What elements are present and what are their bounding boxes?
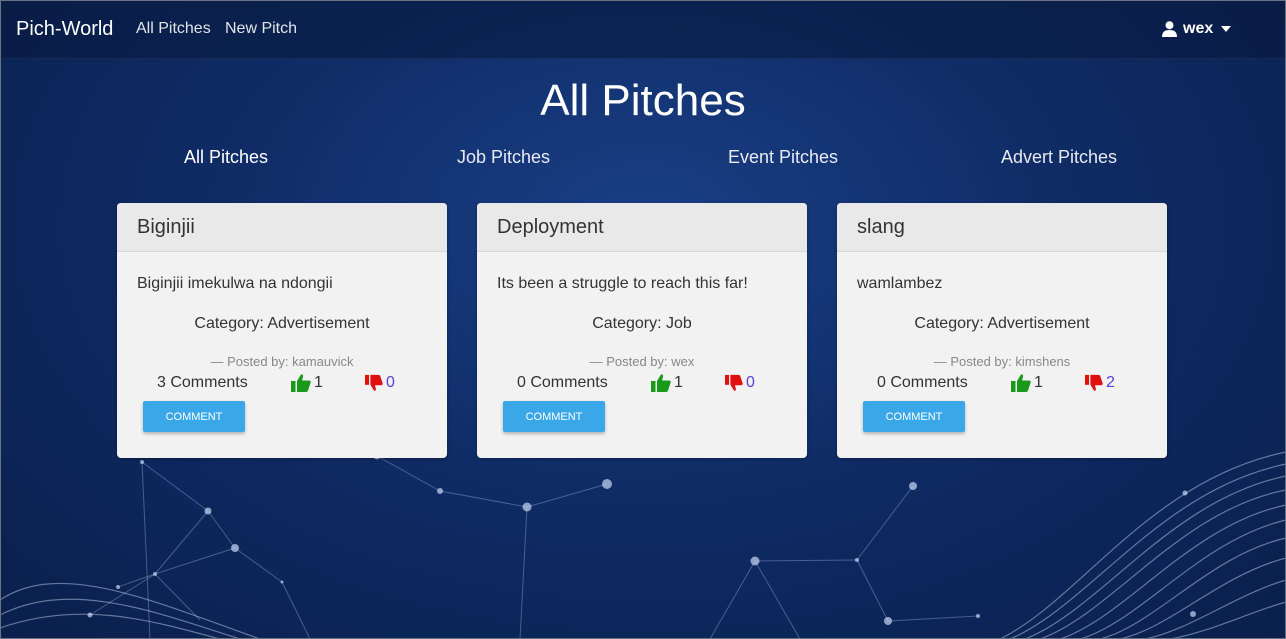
nav-all-pitches[interactable]: All Pitches [136, 20, 211, 38]
thumbs-down-icon [725, 374, 743, 391]
pitch-title: Deployment [497, 216, 604, 238]
pitch-author: — Posted by: wex [589, 354, 695, 369]
pitch-description: wamlambez [857, 275, 943, 292]
pitch-card: Deployment Its been a struggle to reach … [477, 203, 807, 458]
comment-button[interactable]: COMMENT [503, 401, 605, 432]
pitch-category: Category: Advertisement [914, 315, 1090, 332]
like-count: 1 [674, 374, 683, 391]
like-count: 1 [314, 374, 323, 391]
pitch-card: slang wamlambez Category: Advertisement … [837, 203, 1167, 458]
upvote[interactable]: 1 [1011, 374, 1043, 392]
downvote[interactable]: 0 [725, 374, 755, 392]
comment-count: 3 Comments [157, 374, 248, 391]
pitch-category: Category: Advertisement [194, 315, 370, 332]
user-menu[interactable]: wex [1162, 20, 1232, 38]
pitch-author: — Posted by: kimshens [933, 354, 1071, 369]
tab-all-pitches[interactable]: All Pitches [184, 147, 268, 168]
comment-button[interactable]: COMMENT [863, 401, 965, 432]
username: wex [1183, 20, 1214, 37]
pitch-card: Biginjii Biginjii imekulwa na ndongii Ca… [117, 203, 447, 458]
tab-advert-pitches[interactable]: Advert Pitches [1001, 147, 1117, 168]
tab-event-pitches[interactable]: Event Pitches [728, 147, 838, 168]
downvote[interactable]: 2 [1085, 374, 1115, 392]
dislike-count: 0 [386, 374, 395, 391]
thumbs-down-icon [365, 374, 383, 391]
tab-job-pitches[interactable]: Job Pitches [457, 147, 550, 168]
page-title: All Pitches [540, 76, 746, 125]
nav-new-pitch[interactable]: New Pitch [225, 20, 297, 38]
thumbs-down-icon [1085, 374, 1103, 391]
pitch-title: slang [857, 216, 905, 238]
dislike-count: 0 [746, 374, 755, 391]
thumbs-up-icon [291, 374, 311, 392]
pitch-author: — Posted by: kamauvick [210, 354, 354, 369]
user-icon [1162, 21, 1177, 37]
thumbs-up-icon [1011, 374, 1031, 392]
thumbs-up-icon [651, 374, 671, 392]
caret-down-icon [1221, 26, 1232, 32]
navbar: Pich-World All Pitches New Pitch wex [0, 0, 1286, 59]
like-count: 1 [1034, 374, 1043, 391]
dislike-count: 2 [1106, 374, 1115, 391]
pitch-category: Category: Job [592, 315, 692, 332]
downvote[interactable]: 0 [365, 374, 395, 392]
pitch-description: Biginjii imekulwa na ndongii [137, 275, 333, 292]
comment-button[interactable]: COMMENT [143, 401, 245, 432]
upvote[interactable]: 1 [291, 374, 323, 392]
comment-count: 0 Comments [517, 374, 608, 391]
upvote[interactable]: 1 [651, 374, 683, 392]
pitch-description: Its been a struggle to reach this far! [497, 275, 748, 292]
pitch-title: Biginjii [137, 216, 195, 238]
brand-logo[interactable]: Pich-World [16, 18, 113, 41]
comment-count: 0 Comments [877, 374, 968, 391]
